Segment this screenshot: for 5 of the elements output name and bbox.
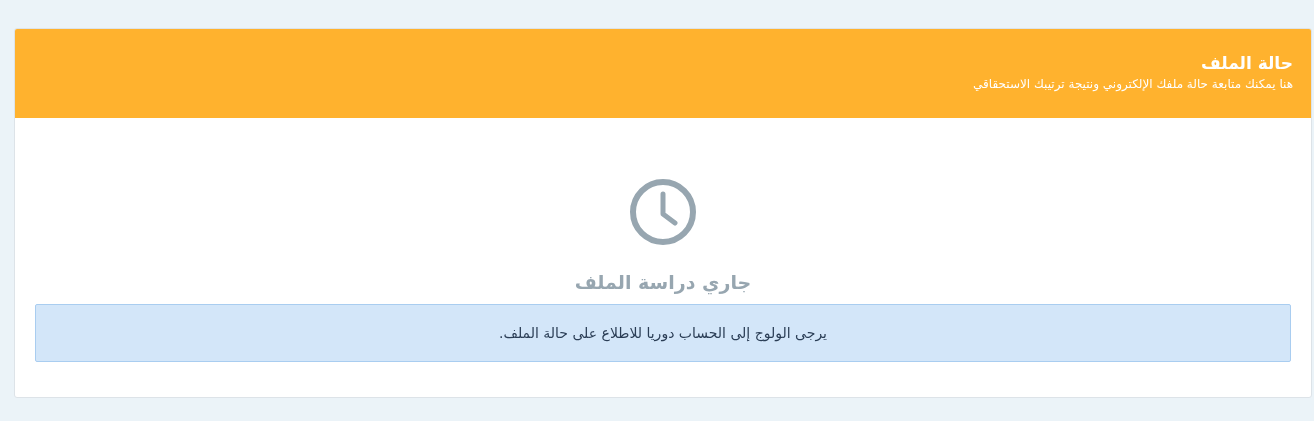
- card-title: حالة الملف: [1199, 52, 1293, 75]
- info-alert: يرجى الولوج إلى الحساب دوريا للاطلاع على حالة الملف.: [35, 304, 1291, 362]
- clock-icon: [629, 178, 697, 246]
- card-subtitle: هنا يمكنك متابعة حالة ملفك الإلكتروني ونتيجة ترتيبك الاستحقاقي: [972, 76, 1293, 93]
- status-label: جاري دراسة الملف: [574, 270, 752, 296]
